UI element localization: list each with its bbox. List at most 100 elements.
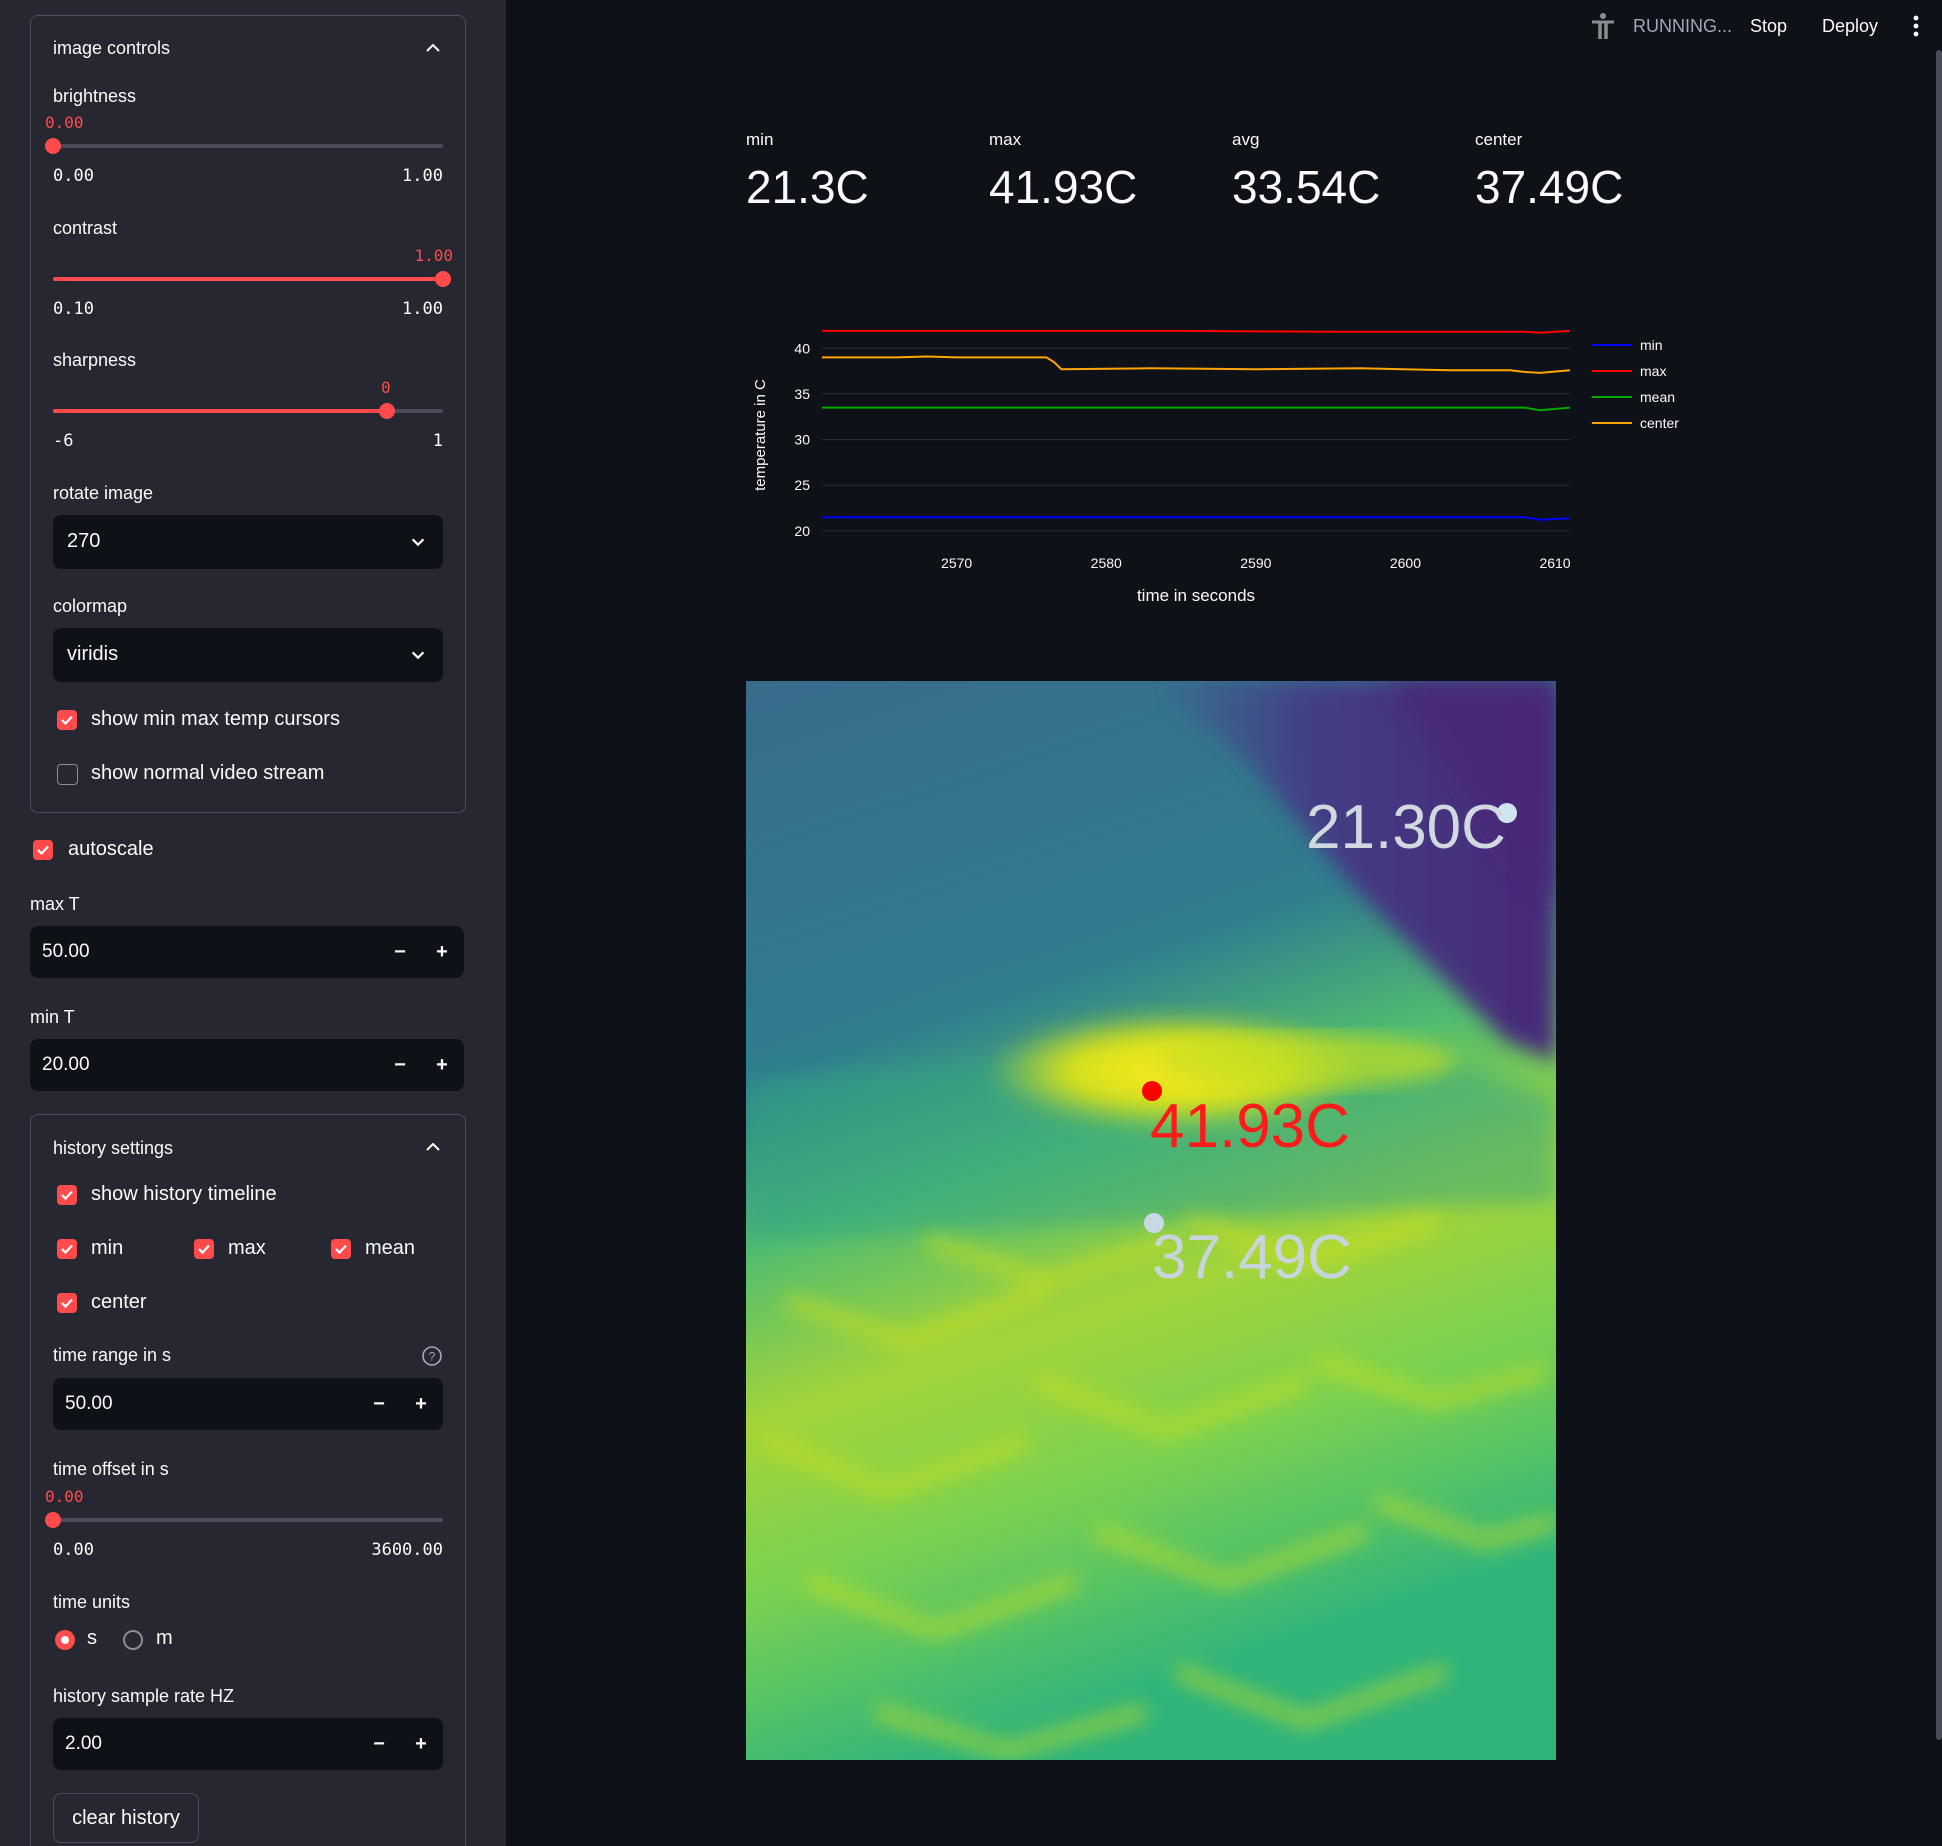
contrast-value: 1.00 — [414, 246, 453, 265]
max-t-increment-button[interactable]: + — [430, 940, 454, 964]
time-range-decrement-button[interactable]: − — [367, 1392, 391, 1416]
help-circle-icon[interactable]: ? — [421, 1345, 443, 1367]
history-center-label[interactable]: center — [91, 1291, 147, 1314]
y-tick-label: 30 — [794, 432, 810, 448]
cursors-label[interactable]: show min max temp cursors — [91, 708, 340, 731]
x-tick-label: 2610 — [1539, 555, 1570, 571]
sharpness-value: 0 — [381, 378, 391, 397]
min-t-value[interactable]: 20.00 — [42, 1054, 90, 1076]
thermal-camera-image: 21.30C 41.93C 37.49C — [746, 681, 1556, 1760]
check-icon — [37, 845, 49, 856]
clear-history-button[interactable]: clear history — [53, 1793, 199, 1843]
time-unit-m-radio[interactable] — [123, 1630, 143, 1650]
show-timeline-label[interactable]: show history timeline — [91, 1183, 277, 1206]
rotate-value: 270 — [67, 530, 101, 552]
time-unit-m-label[interactable]: m — [156, 1627, 173, 1650]
time-range-increment-button[interactable]: + — [409, 1392, 433, 1416]
chevron-up-icon[interactable] — [423, 38, 443, 58]
sharpness-handle[interactable] — [379, 403, 395, 419]
min-t-decrement-button[interactable]: − — [388, 1053, 412, 1077]
metric-avg-label: avg — [1232, 130, 1260, 149]
time-range-input[interactable]: 50.00 − + — [53, 1378, 443, 1430]
contrast-handle[interactable] — [435, 271, 451, 287]
min-t-input[interactable]: 20.00 − + — [30, 1039, 464, 1091]
rotate-select[interactable]: 270 — [53, 515, 443, 569]
main-scrollbar[interactable] — [1936, 50, 1942, 1740]
sharpness-fill — [53, 409, 387, 413]
running-status: RUNNING... — [1633, 16, 1732, 36]
time-range-value[interactable]: 50.00 — [65, 1393, 113, 1415]
max-t-value[interactable]: 50.00 — [42, 941, 90, 963]
contrast-track[interactable] — [53, 277, 443, 281]
more-vertical-icon[interactable] — [1908, 14, 1924, 38]
legend-label-min: min — [1640, 337, 1663, 353]
time-offset-track[interactable] — [53, 1518, 443, 1522]
metric-min-label: min — [746, 130, 774, 149]
sample-rate-input[interactable]: 2.00 − + — [53, 1718, 443, 1770]
chevron-down-icon — [411, 538, 425, 547]
history-min-label[interactable]: min — [91, 1237, 123, 1260]
normal-stream-checkbox[interactable] — [57, 764, 78, 785]
show-timeline-checkbox[interactable] — [57, 1185, 77, 1205]
metric-center-label: center — [1475, 130, 1523, 149]
metric-min-value: 21.3C — [746, 161, 869, 213]
time-offset-handle[interactable] — [45, 1512, 61, 1528]
svg-text:?: ? — [429, 1350, 436, 1364]
brightness-min: 0.00 — [53, 166, 94, 186]
time-unit-s-radio[interactable] — [55, 1630, 75, 1650]
history-max-checkbox[interactable] — [194, 1239, 214, 1259]
history-center-checkbox[interactable] — [57, 1293, 77, 1313]
sample-rate-decrement-button[interactable]: − — [367, 1732, 391, 1756]
min-t-label: min T — [30, 1007, 75, 1027]
time-range-label: time range in s — [53, 1345, 172, 1365]
deploy-button[interactable]: Deploy — [1822, 16, 1878, 37]
autoscale-label[interactable]: autoscale — [68, 838, 154, 861]
sidebar: image controls brightness 0.00 0.00 1.00… — [0, 0, 506, 1846]
accessibility-icon[interactable] — [1590, 12, 1616, 40]
autoscale-checkbox[interactable] — [33, 840, 53, 860]
check-icon — [61, 1298, 73, 1309]
series-line-mean — [822, 406, 1571, 412]
time-offset-label: time offset in s — [53, 1459, 169, 1479]
y-tick-label: 35 — [794, 386, 810, 402]
min-t-increment-button[interactable]: + — [430, 1053, 454, 1077]
colormap-select[interactable]: viridis — [53, 628, 443, 682]
chevron-up-icon[interactable] — [423, 1137, 443, 1157]
history-mean-label[interactable]: mean — [365, 1237, 415, 1260]
brightness-track[interactable] — [53, 144, 443, 148]
legend-label-mean: mean — [1640, 389, 1675, 405]
rotate-label: rotate image — [53, 483, 154, 503]
sharpness-min: -6 — [53, 431, 74, 451]
stop-button[interactable]: Stop — [1750, 16, 1787, 37]
temperature-history-chart[interactable]: 20 25 30 35 40 2570 2580 2590 2600 2610 time in se… — [740, 320, 1700, 620]
history-settings-panel: history settings show history timeline m… — [30, 1114, 466, 1846]
max-temp-cursor-label: 41.93C — [1150, 1092, 1350, 1161]
x-tick-label: 2580 — [1091, 555, 1122, 571]
series-line-center — [822, 355, 1571, 374]
brightness-max: 1.00 — [402, 166, 443, 186]
sharpness-max: 1 — [432, 431, 443, 451]
brightness-handle[interactable] — [45, 138, 61, 154]
contrast-label: contrast — [53, 218, 118, 238]
time-unit-s-label[interactable]: s — [87, 1627, 97, 1650]
sample-rate-increment-button[interactable]: + — [409, 1732, 433, 1756]
history-mean-checkbox[interactable] — [331, 1239, 351, 1259]
sample-rate-label: history sample rate HZ — [53, 1686, 235, 1706]
colormap-label: colormap — [53, 596, 128, 616]
max-t-decrement-button[interactable]: − — [388, 940, 412, 964]
x-tick-label: 2570 — [941, 555, 972, 571]
max-t-input[interactable]: 50.00 − + — [30, 926, 464, 978]
colormap-value: viridis — [67, 643, 119, 665]
sample-rate-value[interactable]: 2.00 — [65, 1733, 102, 1755]
image-controls-title[interactable]: image controls — [53, 38, 170, 59]
history-min-checkbox[interactable] — [57, 1239, 77, 1259]
cursors-checkbox[interactable] — [57, 710, 77, 730]
metric-max-value: 41.93C — [989, 161, 1138, 213]
time-offset-min: 0.00 — [53, 1540, 94, 1560]
contrast-max: 1.00 — [402, 299, 443, 319]
check-icon — [61, 1244, 73, 1255]
normal-stream-label[interactable]: show normal video stream — [91, 762, 324, 785]
history-settings-title[interactable]: history settings — [53, 1138, 173, 1159]
history-max-label[interactable]: max — [228, 1237, 266, 1260]
x-tick-label: 2600 — [1390, 555, 1421, 571]
